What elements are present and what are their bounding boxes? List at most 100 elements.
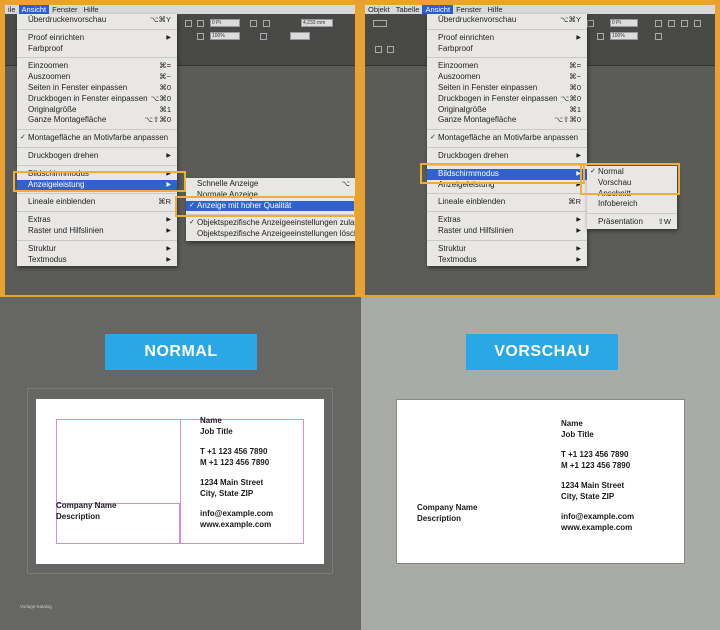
link-icon[interactable] bbox=[375, 46, 382, 53]
menu-item-einzoomen[interactable]: Einzoomen ⌘= bbox=[17, 61, 177, 72]
menu-item-label: Anzeigeleistung bbox=[28, 179, 85, 189]
menu-item-bildschirmmodus[interactable]: Bildschirmmodus ▶ bbox=[17, 169, 177, 180]
menu-item-raster-und-hilfslinien[interactable]: Raster und Hilfslinien ▶ bbox=[17, 226, 177, 237]
column-guide bbox=[180, 419, 181, 544]
menu-item-druckbogen-drehen[interactable]: Druckbogen drehen ▶ bbox=[427, 151, 587, 162]
menu-item-normal[interactable]: ✓ Normal bbox=[587, 167, 677, 178]
opacity-field-right[interactable]: 100% bbox=[610, 32, 638, 40]
frame-fit-icon[interactable] bbox=[260, 33, 267, 40]
columns-field[interactable] bbox=[290, 32, 310, 40]
distribute-icon[interactable] bbox=[668, 20, 675, 27]
menu-item-label: Seiten in Fenster einpassen bbox=[438, 82, 538, 92]
menu-item-druckbogen-in-fenster-einpassen[interactable]: Druckbogen in Fenster einpassen ⌥⌘0 bbox=[17, 94, 177, 105]
menu-item-auszoomen[interactable]: Auszoomen ⌘− bbox=[17, 72, 177, 83]
checkmark-icon: ✓ bbox=[189, 201, 195, 209]
menu-item-schnelle-anzeige[interactable]: Schnelle Anzeige ⌥ bbox=[186, 179, 355, 190]
grid-icon[interactable] bbox=[681, 20, 688, 27]
fill-icon[interactable] bbox=[197, 20, 204, 27]
menu-item-vorschau[interactable]: Vorschau bbox=[587, 178, 677, 189]
menu-item-infobereich[interactable]: Infobereich bbox=[587, 199, 677, 210]
menu-item-label: Lineale einblenden bbox=[438, 197, 506, 207]
wrap-icon[interactable] bbox=[655, 33, 662, 40]
menu-item-textmodus[interactable]: Textmodus ▶ bbox=[17, 255, 177, 266]
menu-item-praesentation[interactable]: Präsentation ⇧W bbox=[587, 217, 677, 228]
stroke-weight-field[interactable]: 0 Pt bbox=[210, 19, 240, 27]
menu-hilfe-right[interactable]: Hilfe bbox=[485, 5, 506, 14]
menu-item-struktur[interactable]: Struktur ▶ bbox=[427, 244, 587, 255]
menu-item-bildschirmmodus[interactable]: Bildschirmmodus ▶ bbox=[427, 168, 587, 180]
menu-item-proof-einrichten[interactable]: Proof einrichten ▶ bbox=[17, 33, 177, 44]
submenu-arrow-icon: ▶ bbox=[166, 170, 171, 177]
menu-item-shortcut: ⌥⇧⌘0 bbox=[144, 115, 171, 125]
submenu-arrow-icon: ▶ bbox=[166, 217, 171, 224]
view-options-icon[interactable] bbox=[373, 20, 387, 27]
pen-icon[interactable] bbox=[387, 46, 394, 53]
menu-item-label: Anschnitt bbox=[598, 188, 631, 198]
menu-datei[interactable]: ile bbox=[5, 5, 19, 14]
menu-item-originalgroesse[interactable]: Originalgröße ⌘1 bbox=[17, 105, 177, 116]
menu-ansicht-right[interactable]: Ansicht bbox=[422, 5, 454, 14]
stroke-icon[interactable] bbox=[185, 20, 192, 27]
menu-item-ueberdruckenvorschau[interactable]: Überdruckenvorschau ⌥⌘Y bbox=[427, 15, 587, 26]
menu-item-druckbogen-in-fenster-einpassen[interactable]: Druckbogen in Fenster einpassen ⌥⌘0 bbox=[427, 94, 587, 105]
menu-item-seiten-in-fenster-einpassen[interactable]: Seiten in Fenster einpassen ⌘0 bbox=[17, 83, 177, 94]
menu-item-extras[interactable]: Extras ▶ bbox=[427, 215, 587, 226]
align-icon-right[interactable] bbox=[655, 20, 662, 27]
menu-item-ganze-montageflaeche[interactable]: Ganze Montagefläche ⌥⇧⌘0 bbox=[427, 115, 587, 126]
menu-item-anzeige-mit-hoher-qualitaet[interactable]: ✓ Anzeige mit hoher Qualität bbox=[186, 200, 355, 212]
menu-item-proof-einrichten[interactable]: Proof einrichten ▶ bbox=[427, 33, 587, 44]
menu-item-label: Bildschirmmodus bbox=[28, 168, 89, 178]
menu-item-lineale-einblenden[interactable]: Lineale einblenden ⌘R bbox=[17, 197, 177, 208]
menu-hilfe[interactable]: Hilfe bbox=[81, 5, 102, 14]
menu-fenster[interactable]: Fenster bbox=[49, 5, 80, 14]
menu-item-objektspezifische-anzeigeeinstellungen-zulassen[interactable]: ✓ Objektspezifische Anzeigeeinstellungen … bbox=[186, 218, 355, 229]
menu-item-struktur[interactable]: Struktur ▶ bbox=[17, 244, 177, 255]
fx-icon[interactable] bbox=[250, 20, 257, 27]
menu-item-seiten-in-fenster-einpassen[interactable]: Seiten in Fenster einpassen ⌘0 bbox=[427, 83, 587, 94]
stroke-weight-field-right[interactable]: 0 Pt bbox=[610, 19, 638, 27]
menu-item-farbproof[interactable]: Farbproof bbox=[427, 44, 587, 55]
menu-item-extras[interactable]: Extras ▶ bbox=[17, 215, 177, 226]
opacity-field[interactable]: 100% bbox=[210, 32, 240, 40]
menu-item-ganze-montageflaeche[interactable]: Ganze Montagefläche ⌥⇧⌘0 bbox=[17, 115, 177, 126]
menu-item-druckbogen-drehen[interactable]: Druckbogen drehen ▶ bbox=[17, 151, 177, 162]
menu-item-label: Schnelle Anzeige bbox=[197, 179, 259, 188]
panel-icon[interactable] bbox=[694, 20, 701, 27]
menu-item-label: Extras bbox=[438, 215, 461, 225]
menu-item-label: Druckbogen drehen bbox=[28, 150, 99, 160]
app-menubar: ile Ansicht Fenster Hilfe bbox=[5, 5, 355, 14]
menu-item-label: Lineale einblenden bbox=[28, 197, 96, 207]
menu-item-montageflaeche-an-motivfarbe-anpassen[interactable]: ✓ Montagefläche an Motivfarbe anpassen bbox=[17, 133, 177, 144]
align-icon[interactable] bbox=[263, 20, 270, 27]
menu-item-anzeigeleistung[interactable]: Anzeigeleistung ▶ bbox=[427, 180, 587, 191]
card-phone-m-preview: M +1 123 456 7890 bbox=[561, 460, 631, 470]
menu-item-normale-anzeige[interactable]: Normale Anzeige bbox=[186, 190, 355, 201]
opacity-icon[interactable] bbox=[197, 33, 204, 40]
menu-item-originalgroesse[interactable]: Originalgröße ⌘1 bbox=[427, 105, 587, 116]
menu-objekt[interactable]: Objekt bbox=[365, 5, 393, 14]
checkmark-icon: ✓ bbox=[20, 134, 26, 142]
card-web-preview: www.example.com bbox=[561, 522, 633, 532]
menu-item-textmodus[interactable]: Textmodus ▶ bbox=[427, 255, 587, 266]
menu-ansicht[interactable]: Ansicht bbox=[18, 5, 50, 14]
menu-item-einzoomen[interactable]: Einzoomen ⌘= bbox=[427, 61, 587, 72]
menu-tabelle[interactable]: Tabelle bbox=[393, 5, 423, 14]
menu-item-anschnitt[interactable]: Anschnitt bbox=[587, 189, 677, 200]
menu-item-label: Auszoomen bbox=[28, 72, 71, 82]
menu-item-montageflaeche-an-motivfarbe-anpassen[interactable]: ✓ Montagefläche an Motivfarbe anpassen bbox=[427, 133, 587, 144]
submenu-arrow-icon: ▶ bbox=[576, 152, 581, 159]
spacing-field[interactable]: 4,233 mm bbox=[301, 19, 333, 27]
menu-item-raster-und-hilfslinien[interactable]: Raster und Hilfslinien ▶ bbox=[427, 226, 587, 237]
menu-item-farbproof[interactable]: Farbproof bbox=[17, 44, 177, 55]
stroke-icon-right[interactable] bbox=[587, 20, 594, 27]
submenu-arrow-icon: ▶ bbox=[166, 34, 171, 41]
menu-item-auszoomen[interactable]: Auszoomen ⌘− bbox=[427, 72, 587, 83]
card-phone-m: M +1 123 456 7890 bbox=[200, 457, 270, 467]
fill-icon-right[interactable] bbox=[597, 33, 604, 40]
menu-item-anzeigeleistung[interactable]: Anzeigeleistung ▶ bbox=[17, 179, 177, 191]
menu-fenster-right[interactable]: Fenster bbox=[453, 5, 484, 14]
menu-item-objektspezifische-anzeigeeinstellungen-loeschen[interactable]: Objektspezifische Anzeigeeinstellungen l… bbox=[186, 229, 355, 240]
menu-item-lineale-einblenden[interactable]: Lineale einblenden ⌘R bbox=[427, 197, 587, 208]
card-name-preview: Name bbox=[561, 419, 583, 428]
menu-item-ueberdruckenvorschau[interactable]: Überdruckenvorschau ⌥⌘Y bbox=[17, 15, 177, 26]
